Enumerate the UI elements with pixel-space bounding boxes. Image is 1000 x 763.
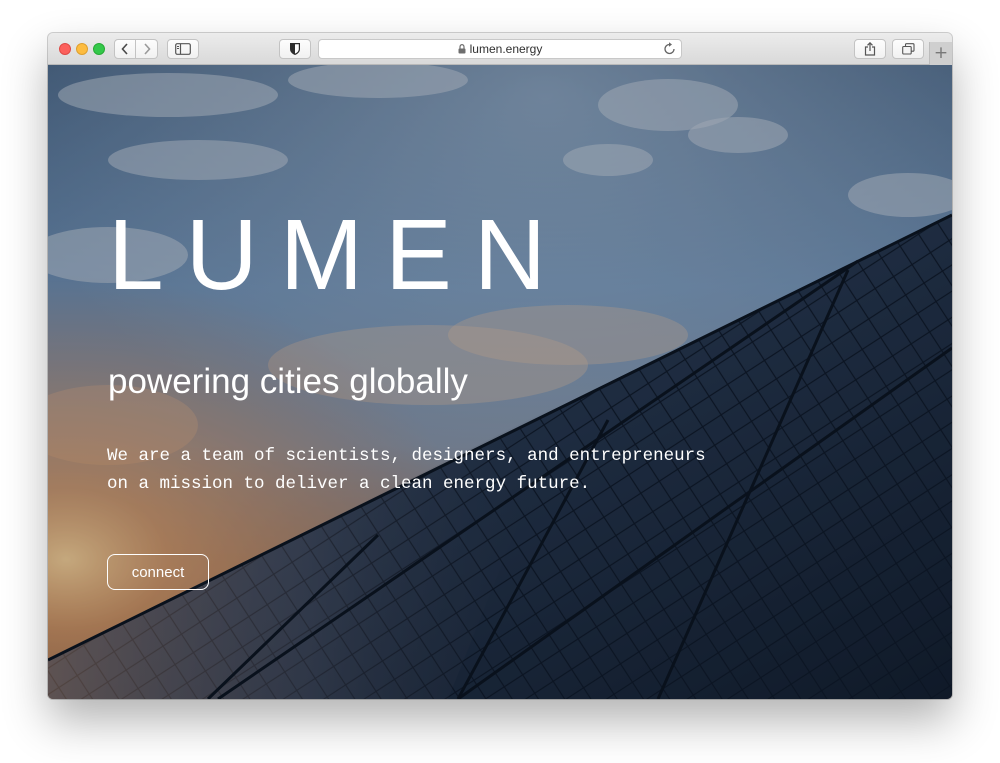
description-line: We are a team of scientists, designers, … bbox=[107, 446, 706, 466]
url-text: lumen.energy bbox=[469, 42, 543, 56]
extension-button[interactable] bbox=[279, 39, 311, 59]
connect-button[interactable]: connect bbox=[107, 554, 209, 590]
chevron-right-icon bbox=[143, 43, 151, 55]
tabs-overview-icon bbox=[901, 43, 915, 55]
browser-toolbar: lumen.energy + bbox=[48, 33, 952, 65]
share-button[interactable] bbox=[854, 39, 886, 59]
chevron-left-icon bbox=[121, 43, 128, 55]
zoom-window-button[interactable] bbox=[93, 43, 105, 55]
plus-icon: + bbox=[933, 43, 949, 63]
reload-icon[interactable] bbox=[663, 41, 677, 57]
hero-description: We are a team of scientists, designers, … bbox=[107, 442, 706, 498]
hero-tagline: powering cities globally bbox=[108, 362, 468, 401]
forward-button[interactable] bbox=[136, 39, 158, 59]
minimize-window-button[interactable] bbox=[76, 43, 88, 55]
new-tab-button[interactable]: + bbox=[929, 42, 952, 65]
hero-section: LUMEN powering cities globally We are a … bbox=[48, 65, 952, 699]
sidebar-toggle-button[interactable] bbox=[167, 39, 199, 59]
close-window-button[interactable] bbox=[59, 43, 71, 55]
browser-window: lumen.energy + LUMEN powering cities glo… bbox=[48, 33, 952, 699]
sidebar-icon bbox=[175, 43, 191, 55]
shield-icon bbox=[290, 43, 300, 55]
back-button[interactable] bbox=[114, 39, 136, 59]
lock-icon bbox=[458, 44, 466, 54]
share-icon bbox=[864, 42, 876, 56]
brand-title: LUMEN bbox=[108, 199, 569, 311]
address-bar[interactable]: lumen.energy bbox=[318, 39, 682, 59]
description-line: on a mission to deliver a clean energy f… bbox=[107, 474, 591, 494]
show-tabs-button[interactable] bbox=[892, 39, 924, 59]
